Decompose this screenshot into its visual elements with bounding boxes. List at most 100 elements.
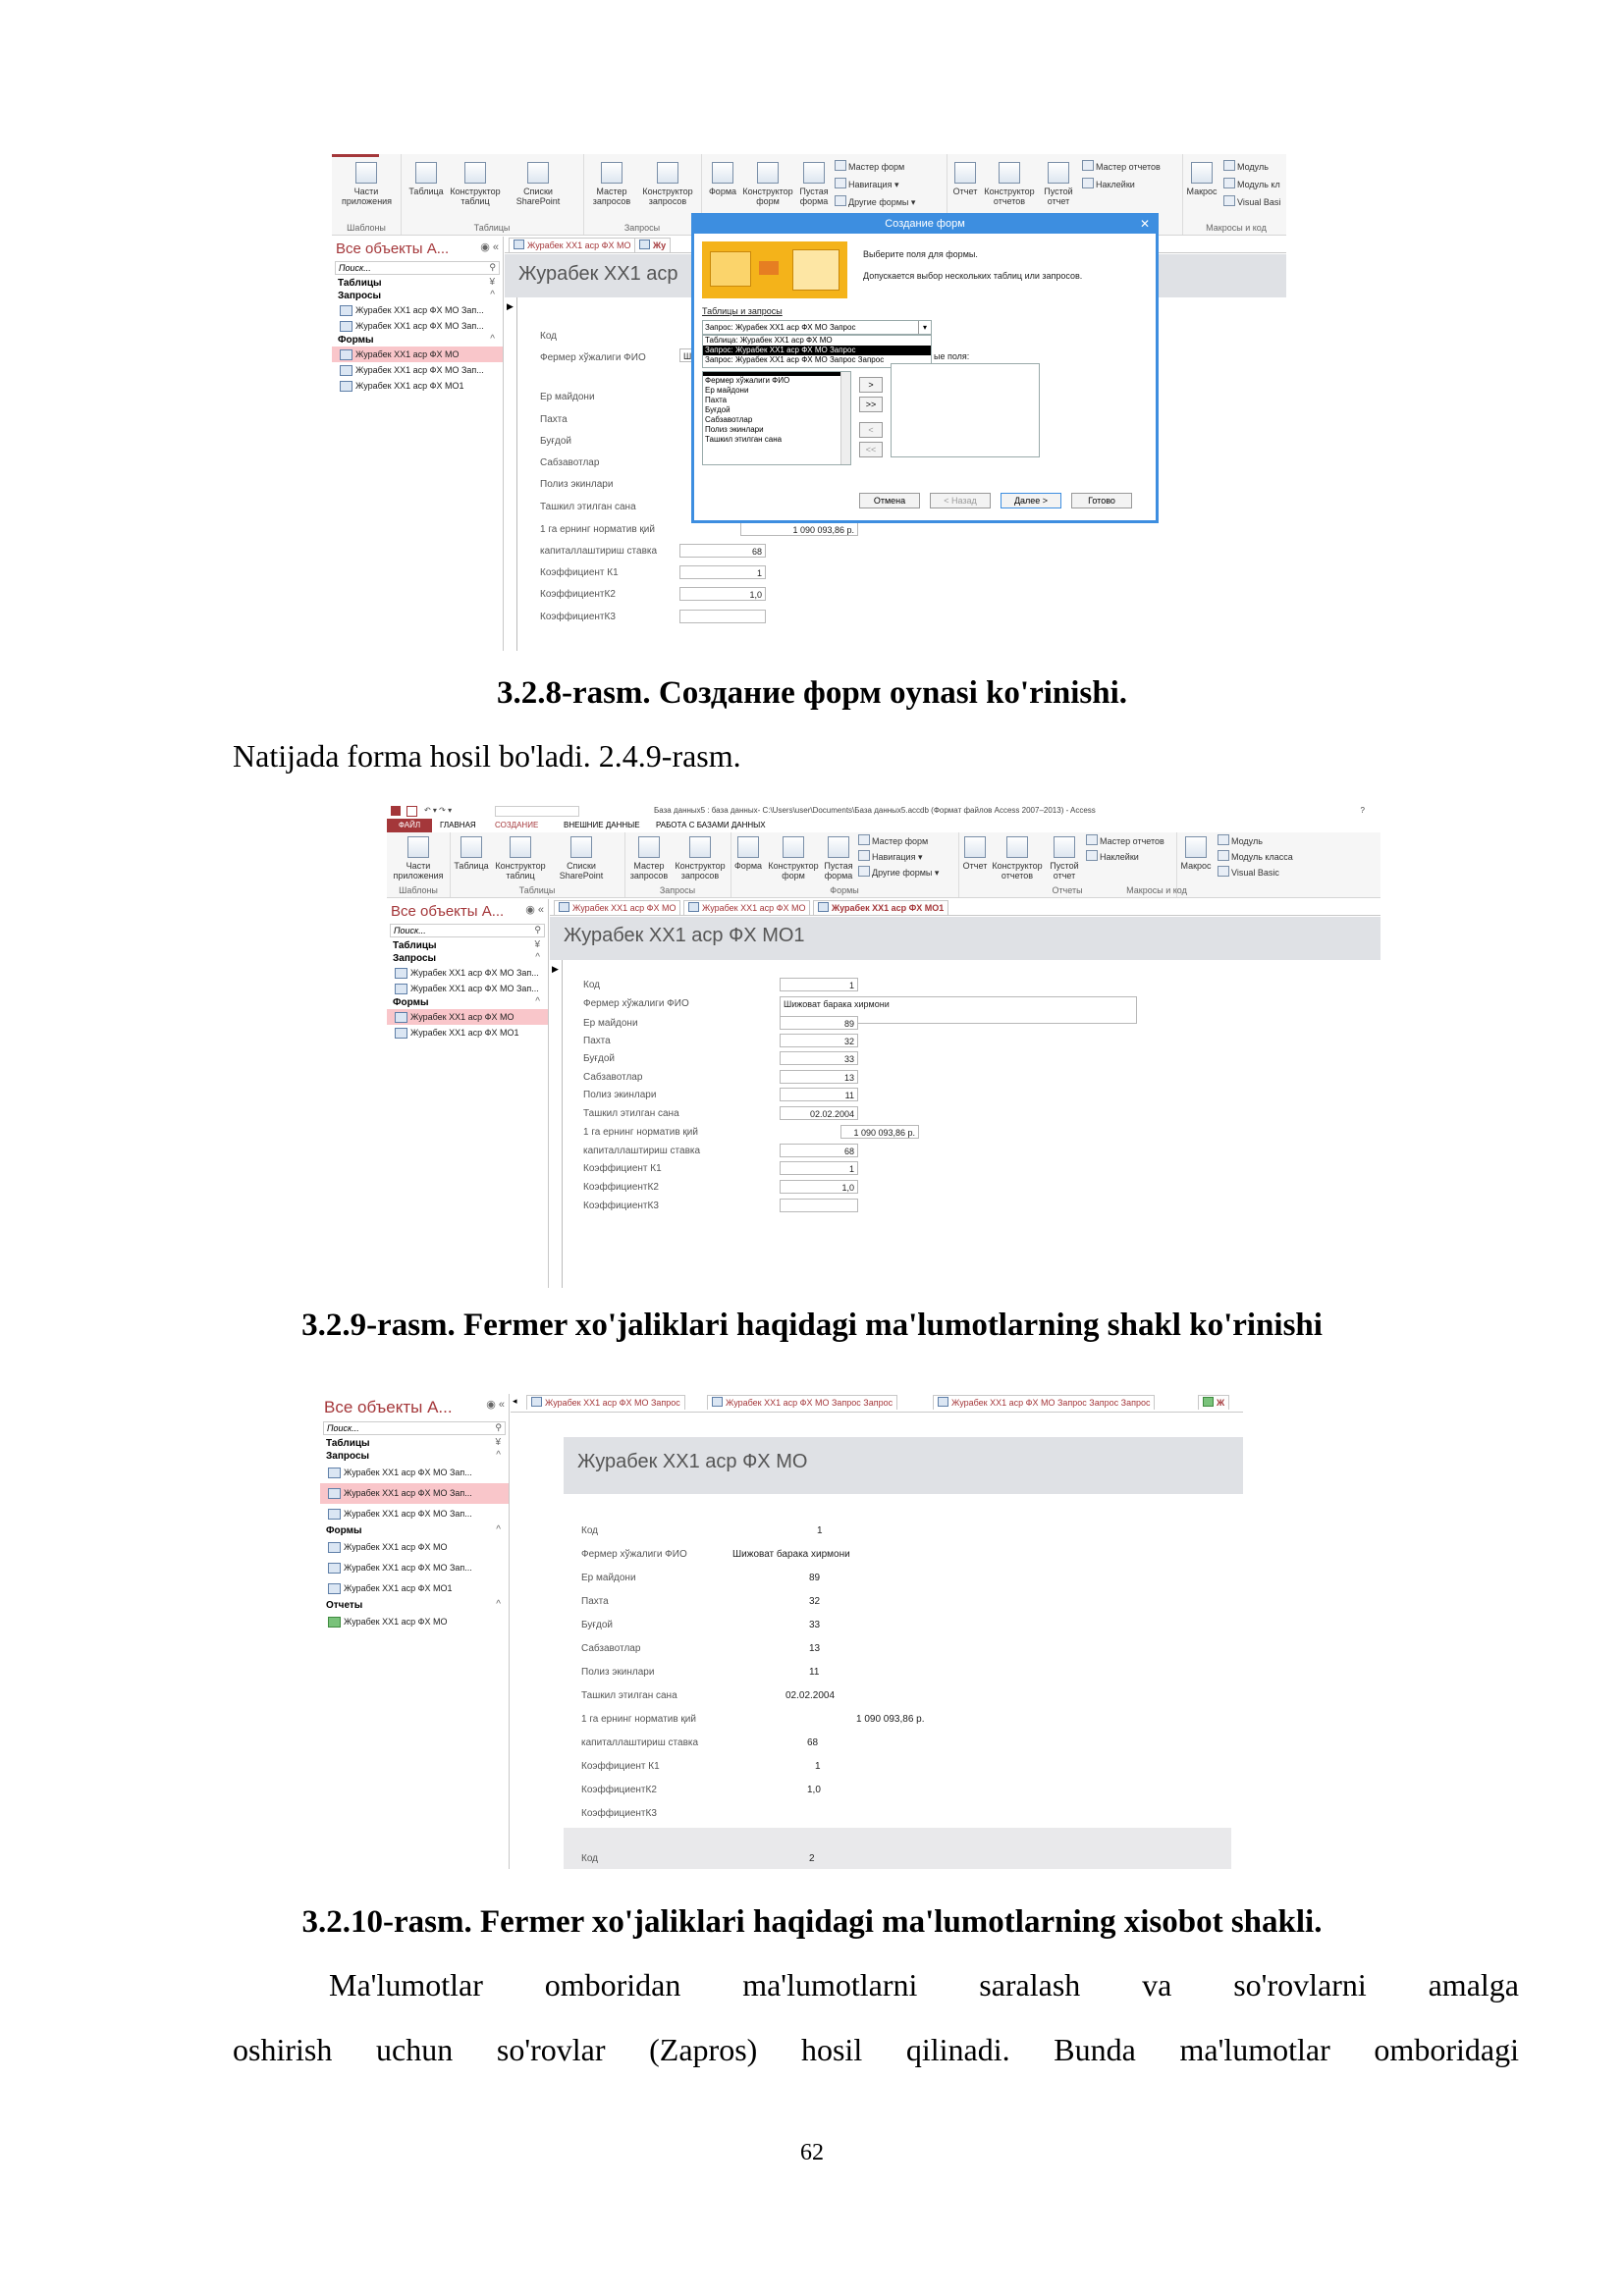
nav-item-form[interactable]: Журабек XX1 аср ФХ МО Зап...: [320, 1558, 509, 1578]
close-icon[interactable]: ✕: [1140, 216, 1150, 232]
nav-section-reports[interactable]: Отчеты ^: [320, 1599, 509, 1612]
record-selector[interactable]: ▶: [550, 960, 563, 1288]
blank-form-button[interactable]: Пустая форма: [795, 162, 833, 206]
nav-item-query[interactable]: Журабек XX1 аср ФХ МО Зап...: [320, 1504, 509, 1524]
dropdown-option[interactable]: Таблица: Журабек XX1 аср ФХ МО: [703, 336, 931, 346]
nav-item-report[interactable]: Журабек XX1 аср ФХ МО: [320, 1612, 509, 1632]
field-value[interactable]: 13: [780, 1070, 858, 1084]
app-parts-button[interactable]: Части приложения: [391, 836, 446, 881]
sharepoint-lists-button[interactable]: Списки SharePoint: [509, 162, 568, 206]
field-value[interactable]: 1,0: [780, 1180, 858, 1194]
menu-file[interactable]: ФАЙЛ: [387, 819, 432, 832]
nav-item-form[interactable]: Журабек XX1 аср ФХ МО1: [332, 378, 503, 394]
report-wizard-button[interactable]: Мастер отчетов: [1086, 834, 1164, 846]
chevron-left-icon[interactable]: ◂: [513, 1396, 517, 1407]
menu-home[interactable]: ГЛАВНАЯ: [440, 819, 476, 832]
nav-item-form[interactable]: Журабек XX1 аср ФХ МО: [320, 1537, 509, 1558]
form-button[interactable]: Форма: [705, 162, 740, 196]
nav-section-forms[interactable]: Формы ^: [320, 1524, 509, 1537]
finish-button[interactable]: Готово: [1071, 493, 1132, 508]
sharepoint-lists-button[interactable]: Списки SharePoint: [552, 836, 611, 881]
nav-search-input[interactable]: Поиск... ⚲: [335, 261, 500, 275]
nav-pane-title[interactable]: Все объекты А... ◉ «: [387, 899, 548, 922]
tab-query[interactable]: Журабек XX1 аср ФХ МО Запрос Запрос Запр…: [933, 1395, 1156, 1410]
nav-search-input[interactable]: Поиск... ⚲: [390, 924, 545, 937]
field-value[interactable]: 32: [780, 1034, 858, 1047]
nav-item-form[interactable]: Журабек XX1 аср ФХ МО1: [387, 1025, 548, 1041]
nav-section-queries[interactable]: Запросы ^: [320, 1450, 509, 1463]
report-button[interactable]: Отчет: [950, 162, 980, 196]
report-designer-button[interactable]: Конструктор отчетов: [990, 836, 1045, 881]
nav-section-queries[interactable]: Запросы ^: [387, 952, 548, 965]
tables-queries-combo[interactable]: Запрос: Журабек XX1 аср ФХ МО Запрос ▾: [702, 320, 932, 335]
nav-item-query[interactable]: Журабек XX1 аср ФХ МО Зап...: [332, 318, 503, 334]
form-button[interactable]: Форма: [731, 836, 766, 871]
tab-form-active[interactable]: Жу: [634, 238, 672, 252]
field-value[interactable]: 1 090 093,86 р.: [840, 1125, 919, 1139]
scrollbar[interactable]: [840, 372, 850, 464]
nav-pane-title[interactable]: Все объекты А... ◉ «: [332, 237, 503, 259]
blank-report-button[interactable]: Пустой отчет: [1039, 162, 1078, 206]
table-designer-button[interactable]: Конструктор таблиц: [448, 162, 503, 206]
nav-section-queries[interactable]: Запросы ^: [332, 290, 503, 302]
query-wizard-button[interactable]: Мастер запросов: [587, 162, 636, 206]
nav-section-tables[interactable]: Таблицы ¥: [320, 1437, 509, 1450]
dropdown-option-selected[interactable]: Запрос: Журабек XX1 аср ФХ МО Запрос: [703, 346, 931, 355]
nav-item-form[interactable]: Журабек XX1 аср ФХ МО: [332, 347, 503, 362]
macro-button[interactable]: Макрос: [1178, 836, 1214, 871]
tab-form[interactable]: Журабек XX1 аср ФХ МО: [554, 900, 681, 915]
menu-create[interactable]: СОЗДАНИЕ: [495, 819, 538, 832]
nav-item-form[interactable]: Журабек XX1 аср ФХ МО1: [320, 1578, 509, 1599]
class-module-button[interactable]: Модуль класса: [1218, 850, 1293, 862]
k2-field[interactable]: 1,0: [679, 587, 766, 601]
undo-icon[interactable]: ↶ ▾ ↷ ▾: [424, 803, 452, 819]
nav-pane-controls-icon[interactable]: ◉ «: [486, 1398, 505, 1411]
nav-item-form[interactable]: Журабек XX1 аср ФХ МО: [387, 1009, 548, 1025]
other-forms-button[interactable]: Другие формы ▾: [858, 866, 939, 879]
query-designer-button[interactable]: Конструктор запросов: [672, 836, 729, 881]
query-designer-button[interactable]: Конструктор запросов: [638, 162, 697, 206]
visual-basic-button[interactable]: Visual Basic: [1218, 866, 1279, 878]
module-button[interactable]: Модуль: [1223, 160, 1269, 172]
nav-section-forms[interactable]: Формы ^: [332, 334, 503, 347]
other-forms-button[interactable]: Другие формы ▾: [835, 195, 915, 208]
tab-form-active[interactable]: Журабек XX1 аср ФХ МО1: [813, 900, 949, 915]
table-designer-button[interactable]: Конструктор таблиц: [493, 836, 548, 881]
field-value[interactable]: [780, 1199, 858, 1212]
field-value[interactable]: 89: [780, 1016, 858, 1030]
report-designer-button[interactable]: Конструктор отчетов: [982, 162, 1037, 206]
nav-section-tables[interactable]: Таблицы ¥: [332, 277, 503, 290]
report-wizard-button[interactable]: Мастер отчетов: [1082, 160, 1161, 172]
form-designer-button[interactable]: Конструктор форм: [740, 162, 795, 206]
nav-pane-controls-icon[interactable]: ◉ «: [525, 903, 544, 916]
nav-item-query[interactable]: Журабек XX1 аср ФХ МО Зап...: [332, 302, 503, 318]
navigation-button[interactable]: Навигация ▾: [858, 850, 923, 863]
class-module-button[interactable]: Модуль кл: [1223, 178, 1280, 189]
nav-item-form[interactable]: Журабек XX1 аср ФХ МО Зап...: [332, 362, 503, 378]
visual-basic-button[interactable]: Visual Basi: [1223, 195, 1280, 207]
blank-form-button[interactable]: Пустая форма: [821, 836, 856, 881]
query-wizard-button[interactable]: Мастер запросов: [626, 836, 672, 881]
nav-item-query[interactable]: Журабек XX1 аср ФХ МО Зап...: [320, 1463, 509, 1483]
form-designer-button[interactable]: Конструктор форм: [766, 836, 821, 881]
selected-fields-list[interactable]: [891, 363, 1040, 457]
remove-all-button[interactable]: <<: [859, 442, 883, 457]
nav-section-forms[interactable]: Формы ^: [387, 996, 548, 1009]
nav-section-tables[interactable]: Таблицы ¥: [387, 939, 548, 952]
nav-item-query[interactable]: Журабек XX1 аср ФХ МО Зап...: [387, 981, 548, 996]
tab-form[interactable]: Журабек XX1 аср ФХ МО: [509, 238, 636, 252]
field-value[interactable]: 68: [780, 1144, 858, 1157]
nav-pane-controls-icon[interactable]: ◉ «: [480, 240, 499, 253]
menu-database-tools[interactable]: РАБОТА С БАЗАМИ ДАННЫХ: [656, 819, 766, 832]
blank-report-button[interactable]: Пустой отчет: [1045, 836, 1084, 881]
nav-search-input[interactable]: Поиск... ⚲: [323, 1421, 506, 1435]
back-button[interactable]: < Назад: [930, 493, 991, 508]
next-button[interactable]: Далее >: [1001, 493, 1061, 508]
field-value[interactable]: 02.02.2004: [780, 1106, 858, 1120]
tab-query[interactable]: Журабек XX1 аср ФХ МО Запрос: [526, 1395, 685, 1410]
table-button[interactable]: Таблица: [452, 836, 491, 871]
record-selector[interactable]: ▶: [505, 297, 517, 651]
labels-button[interactable]: Наклейки: [1086, 850, 1139, 862]
remove-one-button[interactable]: <: [859, 422, 883, 438]
field-value[interactable]: 1: [780, 978, 858, 991]
